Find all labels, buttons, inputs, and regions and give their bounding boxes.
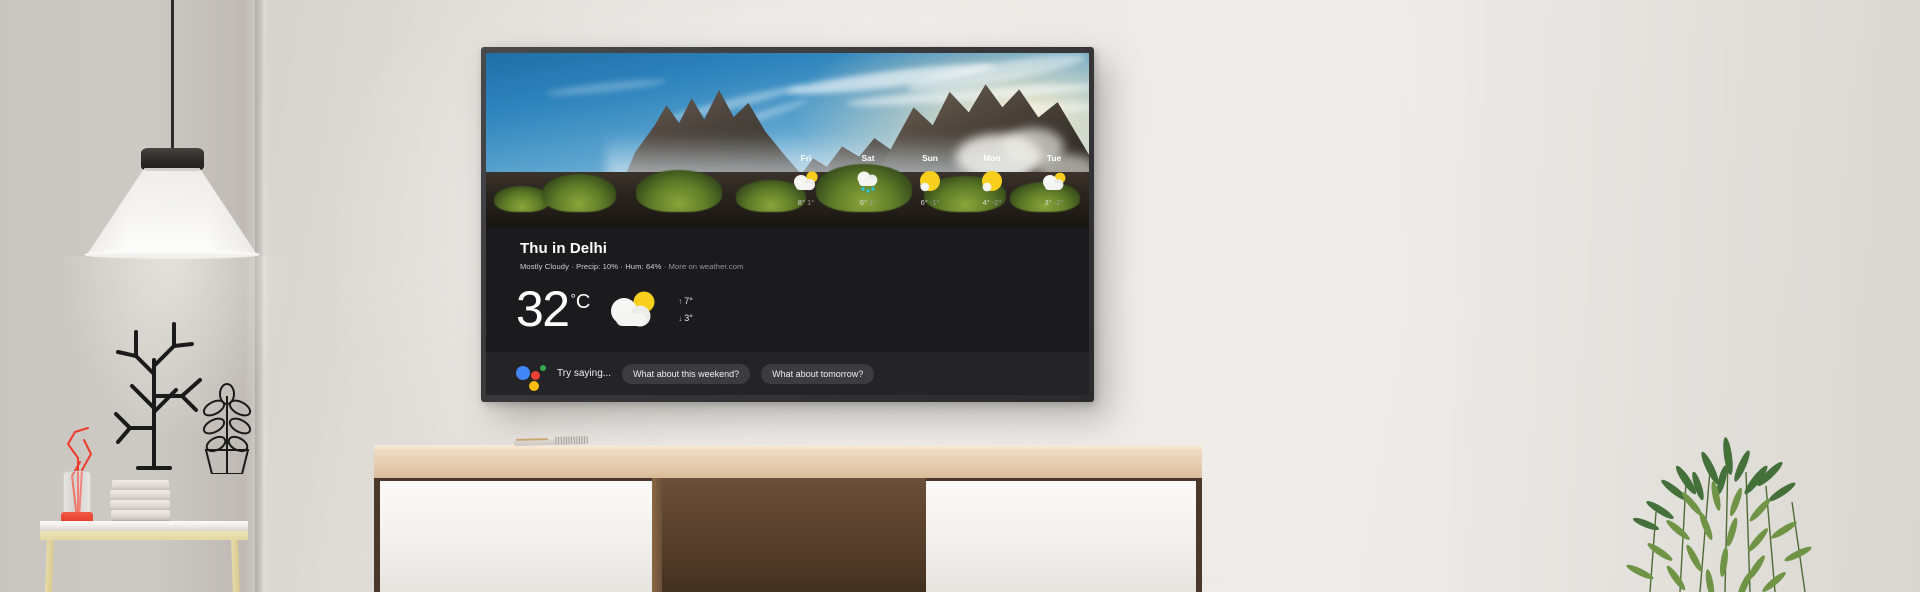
room-scene: Thu in Delhi Mostly Cloudy · Precip: 10%… [0, 0, 1920, 592]
unit-letter: C [575, 290, 591, 313]
google-assistant-icon[interactable] [516, 363, 546, 391]
forecast-temps: 6° 1° [847, 198, 889, 207]
forecast-low: -1° [929, 198, 940, 207]
forecast-temps: 4° -2° [971, 198, 1013, 207]
assistant-dot-green [540, 364, 546, 371]
console-open-shelf [652, 478, 926, 592]
console-divider [652, 478, 662, 592]
forecast-day-fri[interactable]: Fri 8° 1° [785, 153, 827, 207]
forecast-row: Fri 8° 1° Sat 6° 1° Sun 6° -1° Mon 4° -2… [785, 153, 1075, 207]
book-stack [110, 480, 170, 522]
forecast-day-label: Tue [1046, 153, 1062, 163]
sunny-icon [909, 168, 951, 194]
forecast-low: -2° [1053, 198, 1064, 207]
forecast-high: 4° [982, 198, 990, 207]
forecast-high: 6° [920, 198, 928, 207]
up-arrow-icon: ↑ [678, 296, 683, 306]
low-temp: 3° [684, 313, 693, 323]
remote-keypad [553, 436, 589, 445]
forecast-day-tue[interactable]: Tue 3° -2° [1033, 153, 1075, 207]
precip-label: Precip: [576, 262, 601, 271]
high-low-temps: ↑ 7° ↓ 3° [678, 293, 693, 327]
wall-corner-edge [255, 0, 269, 592]
pendant-lamp-cap [141, 148, 204, 171]
forecast-high: 6° [859, 198, 867, 207]
weather-info-panel: Thu in Delhi Mostly Cloudy · Precip: 10%… [486, 228, 1089, 353]
side-table-apron [40, 531, 248, 540]
sunny-icon [971, 168, 1013, 194]
assistant-dot-red [531, 370, 540, 380]
weather-subtitle: Mostly Cloudy · Precip: 10% · Hum: 64% ·… [520, 262, 1089, 271]
bamboo-plant [1560, 362, 1920, 592]
forecast-temps: 8° 1° [785, 198, 827, 207]
pendant-lamp-rim [84, 250, 260, 259]
forecast-day-label: Fri [800, 153, 812, 163]
forecast-high: 8° [797, 198, 805, 207]
console-door-right[interactable] [926, 481, 1196, 592]
separator: · [663, 262, 667, 271]
separator: · [571, 262, 574, 271]
tv-screen[interactable]: Thu in Delhi Mostly Cloudy · Precip: 10%… [486, 53, 1089, 395]
grass-tuft [542, 174, 616, 212]
down-arrow-icon: ↓ [678, 314, 683, 323]
current-weather: 32 °C ↑ 7° ↓ 3° [516, 284, 693, 334]
tv-remote[interactable] [513, 436, 589, 447]
humidity-label: Hum: [625, 262, 644, 271]
weather-source-link[interactable]: More on weather.com [669, 262, 744, 271]
weather-title: Thu in Delhi [520, 240, 608, 257]
assistant-dot-blue [516, 365, 530, 380]
partly-cloudy-icon [606, 289, 662, 334]
temperature-unit: °C [571, 291, 591, 314]
rain-cloud-icon [847, 168, 889, 194]
forecast-day-mon[interactable]: Mon 4° -2° [971, 153, 1013, 207]
forecast-day-label: Sun [922, 153, 938, 163]
book [110, 490, 170, 500]
partly-cloudy-icon [1033, 168, 1075, 194]
forecast-temps: 6° -1° [909, 198, 951, 207]
book [111, 510, 170, 520]
forecast-day-sat[interactable]: Sat 6° 1° [847, 153, 889, 207]
side-table-top [40, 521, 248, 531]
current-temperature: 32 [516, 281, 570, 337]
console-door-left[interactable] [380, 481, 652, 592]
pendant-lamp-cord [171, 0, 174, 152]
assistant-bar: Try saying... What about this weekend? W… [486, 352, 1089, 395]
separator: · [620, 262, 623, 271]
forecast-day-label: Sat [861, 153, 875, 163]
humidity-value: 64% [645, 262, 662, 271]
suggestion-chip-tomorrow[interactable]: What about tomorrow? [761, 363, 875, 384]
low-temp-row: ↓ 3° [678, 310, 693, 327]
forecast-low: 1° [807, 198, 815, 207]
suggestion-chip-weekend[interactable]: What about this weekend? [622, 363, 751, 384]
television[interactable]: Thu in Delhi Mostly Cloudy · Precip: 10%… [481, 47, 1094, 402]
wireframe-plant-decor [192, 378, 262, 474]
grass-tuft [636, 170, 722, 212]
console-top-edge [374, 449, 1202, 478]
weather-conditions: Mostly Cloudy [520, 262, 569, 271]
forecast-day-label: Mon [983, 153, 1001, 163]
forecast-low: -2° [991, 198, 1002, 207]
book [110, 500, 170, 510]
high-temp-row: ↑ 7° [678, 293, 693, 310]
assistant-dot-yellow [529, 380, 539, 391]
assistant-prompt: Try saying... [557, 368, 612, 379]
forecast-temps: 3° -2° [1033, 198, 1075, 207]
high-temp: 7° [684, 295, 693, 306]
partly-cloudy-icon [785, 168, 827, 194]
forecast-low: 1° [869, 198, 877, 207]
book [112, 480, 169, 490]
forecast-day-sun[interactable]: Sun 6° -1° [909, 153, 951, 207]
forecast-high: 3° [1044, 198, 1052, 207]
precip-value: 10% [602, 262, 619, 271]
